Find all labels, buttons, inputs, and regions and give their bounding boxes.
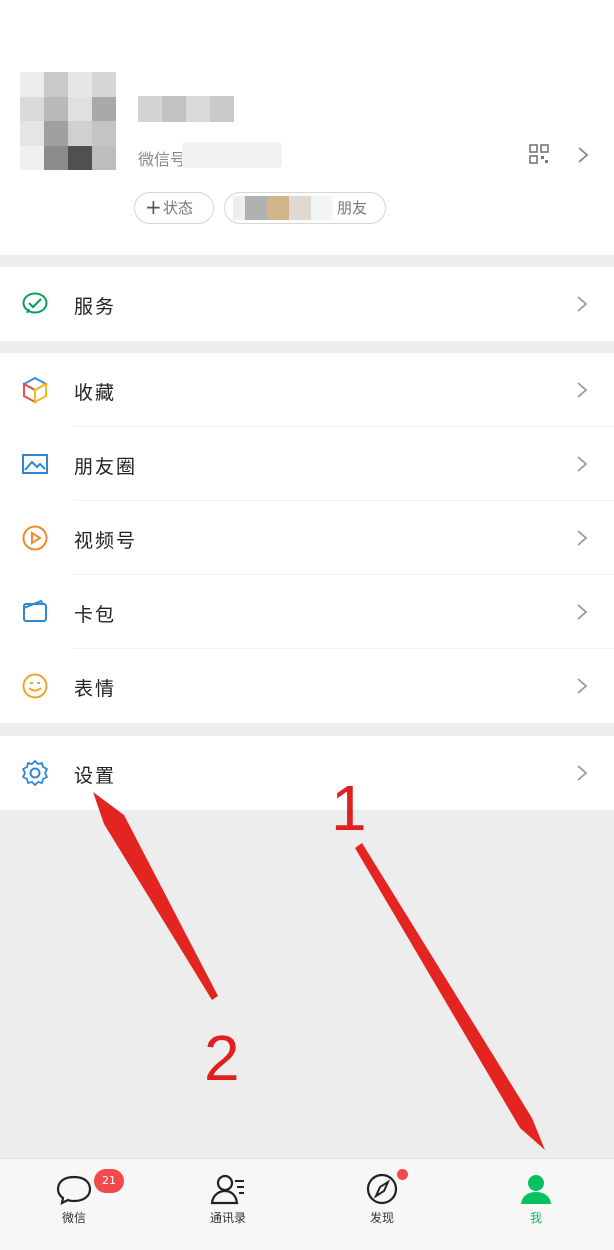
qr-code-icon[interactable] xyxy=(529,144,549,164)
me-person-icon xyxy=(521,1175,551,1204)
arrow-to-settings xyxy=(93,792,218,1000)
tab-label-me: 我 xyxy=(529,1211,542,1225)
tab-discover[interactable]: 发现 xyxy=(322,1159,442,1250)
avatar[interactable] xyxy=(20,72,116,170)
contacts-person-icon xyxy=(210,1174,244,1205)
menu-item-cards[interactable]: 卡包 xyxy=(0,575,614,649)
menu-label-channels: 视频号 xyxy=(74,530,138,552)
channels-play-icon xyxy=(22,525,48,551)
favorites-cube-icon xyxy=(21,376,49,404)
tab-chats[interactable]: 21 微信 xyxy=(14,1159,134,1250)
menu-label-settings: 设置 xyxy=(74,765,117,787)
menu-item-moments[interactable]: 朋友圈 xyxy=(0,427,614,501)
menu-label-moments: 朋友圈 xyxy=(74,456,138,478)
menu-label-favorites: 收藏 xyxy=(74,382,117,404)
services-icon xyxy=(22,292,48,314)
moments-picture-icon xyxy=(22,454,48,474)
tab-me[interactable]: 我 xyxy=(476,1159,596,1250)
chevron-right-icon xyxy=(577,382,588,398)
chat-bubble-icon xyxy=(56,1175,92,1205)
arrow-to-me-tab xyxy=(355,843,545,1150)
friends-status-pill[interactable]: 朋友 xyxy=(224,192,386,224)
stickers-smiley-icon xyxy=(22,673,48,699)
chevron-right-icon xyxy=(577,456,588,472)
chevron-right-icon xyxy=(577,765,588,781)
bottom-tab-bar: 21 微信 通讯录 发现 我 xyxy=(0,1158,614,1250)
tab-label-contacts: 通讯录 xyxy=(209,1211,246,1225)
discover-compass-icon xyxy=(366,1173,398,1205)
annotation-step-1: 1 xyxy=(331,772,367,844)
menu-item-channels[interactable]: 视频号 xyxy=(0,501,614,575)
menu-item-services[interactable]: 服务 xyxy=(0,267,614,341)
menu-item-favorites[interactable]: 收藏 xyxy=(0,353,614,427)
friends-pill-label: 朋友 xyxy=(337,199,368,217)
tab-label-discover: 发现 xyxy=(369,1211,394,1225)
tab-label-chats: 微信 xyxy=(61,1211,86,1225)
unread-badge: 21 xyxy=(94,1169,124,1193)
chevron-right-icon xyxy=(577,530,588,546)
friend-avatars-blurred xyxy=(233,196,333,220)
tab-contacts[interactable]: 通讯录 xyxy=(168,1159,288,1250)
menu-item-settings[interactable]: 设置 xyxy=(0,736,614,810)
cards-wallet-icon xyxy=(23,599,47,622)
menu-label-services: 服务 xyxy=(74,296,117,318)
menu-label-stickers: 表情 xyxy=(74,678,117,700)
add-status-button[interactable]: + 状态 xyxy=(134,192,214,224)
plus-icon: + xyxy=(145,195,162,219)
chevron-right-icon xyxy=(577,678,588,694)
settings-gear-icon xyxy=(22,760,48,786)
chevron-right-icon xyxy=(577,296,588,312)
chevron-right-icon xyxy=(578,147,589,163)
profile-header[interactable]: 微信号 + 状态 朋友 xyxy=(0,0,614,255)
menu-item-stickers[interactable]: 表情 xyxy=(0,649,614,723)
wechat-id-label: 微信号 xyxy=(138,150,187,169)
nickname-blurred xyxy=(138,96,234,122)
chevron-right-icon xyxy=(577,604,588,620)
status-button-label: 状态 xyxy=(163,199,194,217)
new-content-dot xyxy=(397,1169,408,1180)
annotation-step-2: 2 xyxy=(204,1022,240,1094)
wechat-id-blurred xyxy=(182,142,282,168)
menu-label-cards: 卡包 xyxy=(74,604,117,626)
